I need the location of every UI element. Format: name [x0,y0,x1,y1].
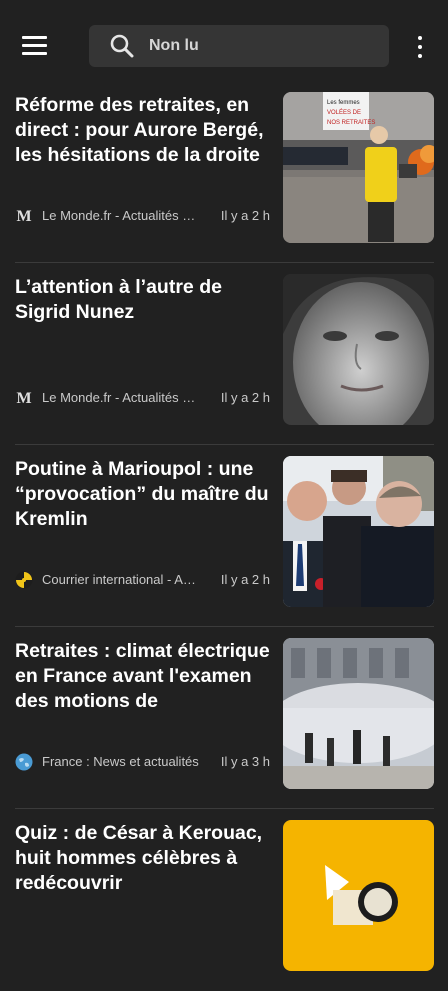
article-card[interactable]: Quiz : de César à Kerouac, huit hommes c… [0,809,448,991]
article-meta: Courrier international - Actualités Il y… [15,571,273,589]
article-title: Réforme des retraites, en direct : pour … [15,94,264,166]
article-card[interactable]: Retraites : climat électrique en France … [0,627,448,809]
globe-logo-icon [15,753,33,771]
article-thumbnail: Les femmes VOLÉES DE NOS RETRAITES [283,92,434,243]
article-title: Quiz : de César à Kerouac, huit hommes c… [15,822,263,894]
article-thumbnail [283,638,434,789]
article-time: Il y a 2 h [220,208,270,223]
svg-text:M: M [16,390,31,407]
article-source: Courrier international - Actualités [42,572,199,587]
hamburger-menu-icon[interactable] [22,36,48,56]
article-thumbnail [283,820,434,971]
article-meta: M Le Monde.fr - Actualités et Infos Il y… [15,389,273,407]
article-title: Poutine à Marioupol : une “provocation” … [15,458,269,530]
svg-text:NOS RETRAITES: NOS RETRAITES [327,120,375,126]
courrier-international-logo-icon [15,571,33,589]
article-card[interactable]: Poutine à Marioupol : une “provocation” … [0,445,448,627]
article-thumbnail [283,456,434,607]
article-card[interactable]: L’attention à l’autre de Sigrid Nunez M … [0,263,448,445]
article-meta: France : News et actualités Il y a 3 h [15,753,273,771]
le-monde-logo-icon: M [15,207,33,225]
more-vert-icon[interactable] [412,34,428,60]
protest-sign-text: Les femmes [327,100,360,106]
article-time: Il y a 2 h [220,572,270,587]
article-meta: M Le Monde.fr - Actualités et Infos Il y… [15,207,273,225]
article-card[interactable]: Réforme des retraites, en direct : pour … [0,81,448,263]
top-app-bar: Non lu [0,0,448,92]
article-time: Il y a 2 h [220,390,270,405]
article-time: Il y a 3 h [220,754,270,769]
article-source: Le Monde.fr - Actualités et Infos [42,208,199,223]
search-label: Non lu [149,37,199,54]
search-icon [109,33,135,59]
article-source: France : News et actualités [42,754,199,769]
svg-text:M: M [16,208,31,225]
article-title: L’attention à l’autre de Sigrid Nunez [15,276,222,323]
le-monde-logo-icon: M [15,389,33,407]
article-thumbnail [283,274,434,425]
svg-text:VOLÉES DE: VOLÉES DE [327,109,361,116]
article-title: Retraites : climat électrique en France … [15,640,270,712]
article-source: Le Monde.fr - Actualités et Infos [42,390,199,405]
search-bar[interactable]: Non lu [89,25,389,67]
